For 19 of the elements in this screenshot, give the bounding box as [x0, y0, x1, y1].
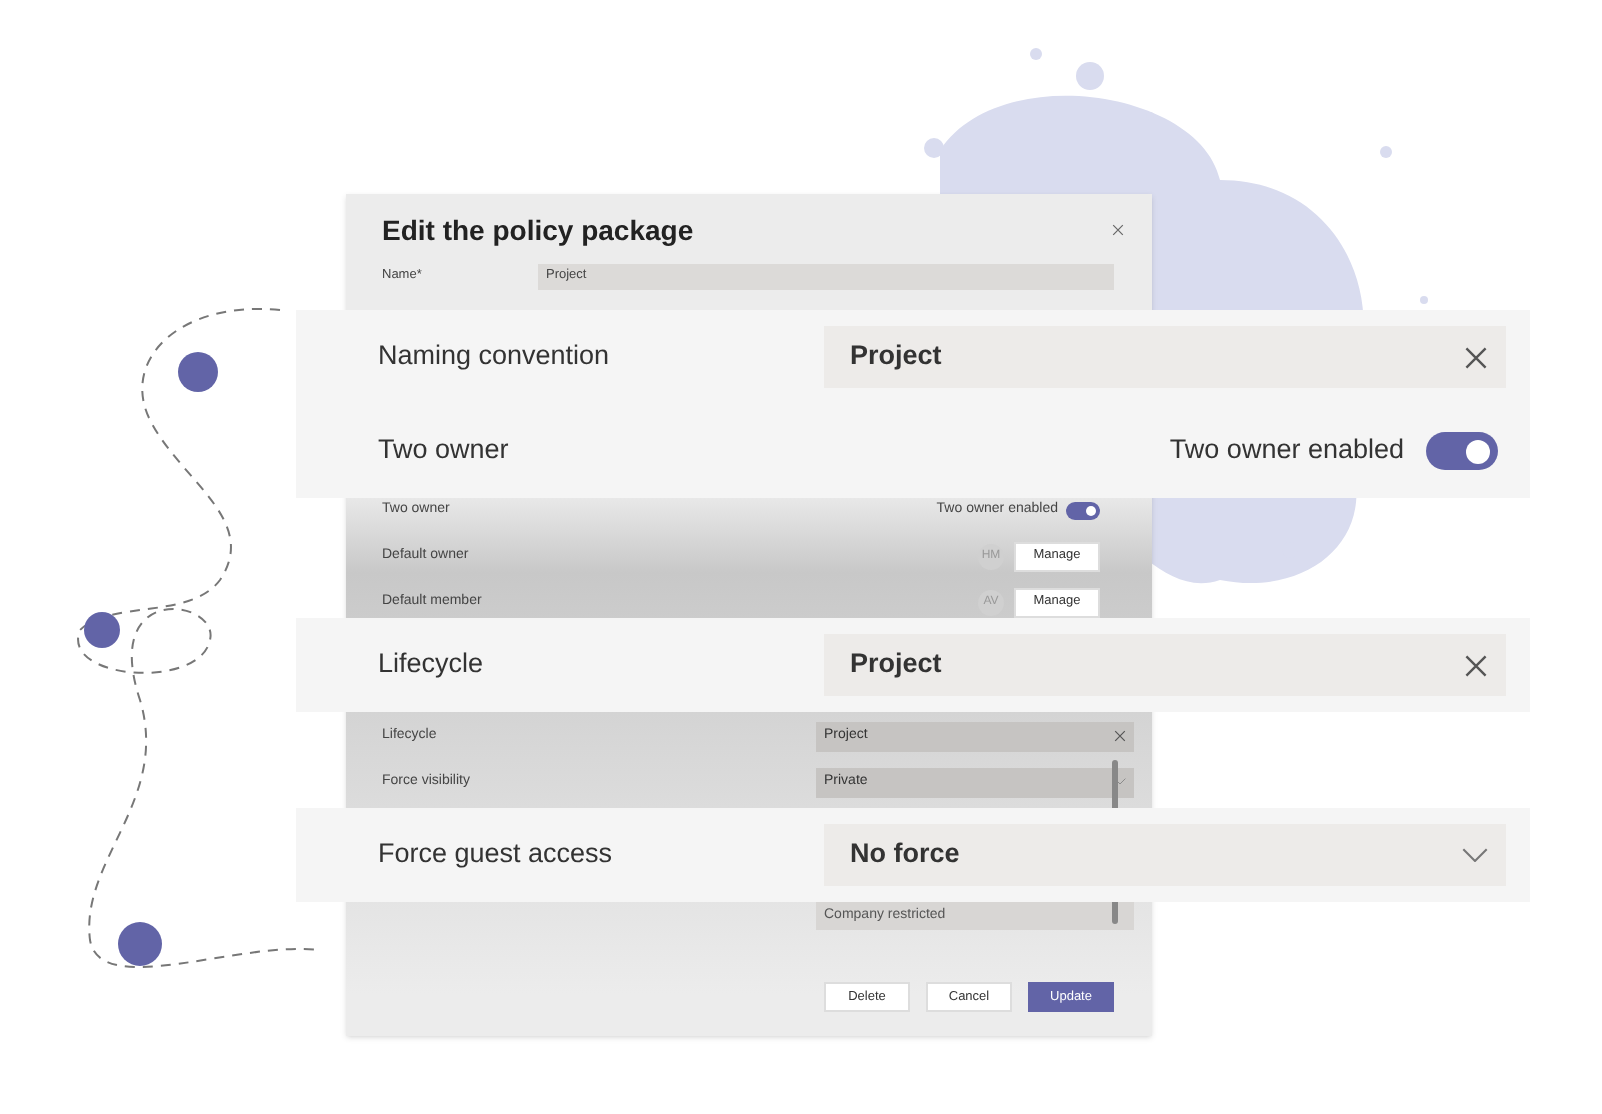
text-field[interactable]: Project	[824, 326, 1506, 388]
toggle-label: Two owner enabled	[1169, 432, 1404, 469]
field-label: Naming convention	[378, 338, 610, 375]
close-icon[interactable]	[1464, 345, 1488, 369]
circle-marker	[84, 612, 120, 648]
field-label: Force guest access	[378, 836, 613, 873]
circle-marker	[178, 352, 218, 392]
close-icon[interactable]	[1112, 224, 1124, 236]
toggle-switch[interactable]	[1066, 501, 1100, 519]
text-field[interactable]: Project	[824, 634, 1506, 696]
dropdown-field[interactable]: No force	[824, 824, 1506, 886]
field-label: Lifecycle	[378, 646, 484, 683]
dialog-title: Edit the policy package	[382, 211, 694, 250]
circle-marker	[118, 922, 162, 966]
toggle-switch[interactable]	[1426, 432, 1498, 470]
close-icon[interactable]	[1114, 730, 1126, 742]
close-icon[interactable]	[1464, 653, 1488, 677]
chevron-down-icon[interactable]	[1462, 847, 1488, 863]
field-label: Two owner	[378, 432, 509, 469]
